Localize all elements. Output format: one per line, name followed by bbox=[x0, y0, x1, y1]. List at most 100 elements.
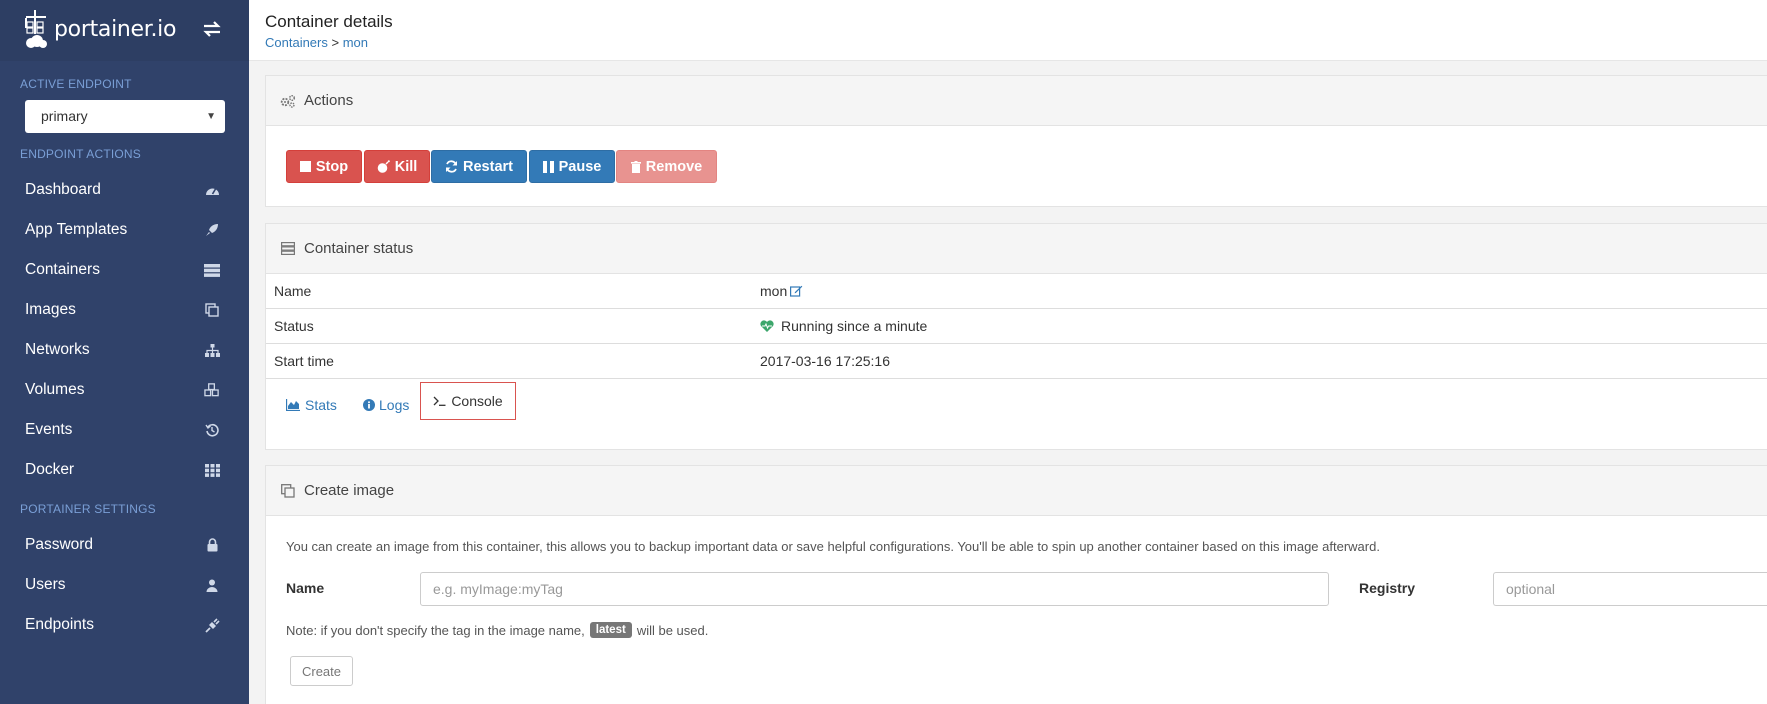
pause-icon bbox=[542, 160, 554, 173]
endpoint-select-value: primary bbox=[41, 108, 88, 124]
status-row-status: Status Running since a minute bbox=[266, 309, 1767, 344]
sidebar-item-label: Users bbox=[25, 576, 66, 593]
cubes-icon bbox=[204, 382, 220, 398]
tag-note: Note: if you don't specify the tag in th… bbox=[286, 622, 708, 638]
rocket-icon bbox=[204, 222, 220, 238]
heartbeat-icon bbox=[760, 320, 774, 332]
sidebar-item-volumes[interactable]: Volumes bbox=[0, 370, 249, 410]
stats-link[interactable]: Stats bbox=[286, 397, 337, 413]
logs-link[interactable]: Logs bbox=[363, 397, 409, 413]
edit-icon[interactable] bbox=[790, 285, 803, 297]
kill-button[interactable]: Kill bbox=[364, 150, 430, 183]
status-row-start-time: Start time 2017-03-16 17:25:16 bbox=[266, 344, 1767, 379]
remove-button[interactable]: Remove bbox=[616, 150, 717, 183]
pause-button-label: Pause bbox=[558, 158, 602, 175]
restart-button[interactable]: Restart bbox=[431, 150, 527, 183]
refresh-icon bbox=[445, 160, 458, 173]
container-name: mon bbox=[760, 283, 788, 299]
status-row-value: mon bbox=[760, 283, 803, 299]
cogs-icon bbox=[280, 93, 296, 109]
console-link[interactable]: Console bbox=[420, 382, 516, 420]
latest-badge: latest bbox=[589, 622, 632, 638]
sidebar-item-label: Password bbox=[25, 536, 94, 553]
status-row-label: Name bbox=[274, 283, 312, 299]
portainer-logo-icon bbox=[22, 8, 52, 50]
stop-button[interactable]: Stop bbox=[286, 150, 362, 183]
remove-button-label: Remove bbox=[645, 158, 703, 175]
portainer-settings-title: PORTAINER SETTINGS bbox=[20, 502, 156, 516]
sidebar-item-events[interactable]: Events bbox=[0, 410, 249, 450]
status-row-label: Start time bbox=[274, 353, 334, 369]
sidebar-item-label: Networks bbox=[25, 341, 90, 358]
brand-name: portainer.io bbox=[54, 16, 177, 42]
server-icon bbox=[280, 241, 296, 257]
registry-input[interactable] bbox=[1493, 572, 1767, 606]
page-header: Container details Containers > mon bbox=[249, 0, 1767, 61]
sidebar-item-networks[interactable]: Networks bbox=[0, 330, 249, 370]
sidebar-item-label: Events bbox=[25, 421, 73, 438]
terminal-icon bbox=[433, 396, 446, 406]
status-row-name: Name mon bbox=[266, 274, 1767, 309]
stats-link-label: Stats bbox=[305, 397, 337, 413]
caret-down-icon: ▼ bbox=[206, 111, 216, 122]
endpoint-actions-title: ENDPOINT ACTIONS bbox=[20, 147, 141, 161]
sidebar-item-label: Docker bbox=[25, 461, 75, 478]
note-prefix: Note: if you don't specify the tag in th… bbox=[286, 622, 585, 638]
sidebar-item-label: Images bbox=[25, 301, 76, 318]
sidebar-item-containers[interactable]: Containers bbox=[0, 250, 249, 290]
tachometer-icon bbox=[204, 182, 220, 198]
history-icon bbox=[204, 422, 220, 438]
swap-arrows-icon[interactable] bbox=[202, 20, 224, 40]
clone-icon bbox=[204, 302, 220, 318]
sidebar-item-label: App Templates bbox=[25, 221, 128, 238]
brand-header: portainer.io bbox=[0, 0, 249, 61]
portainer-logo[interactable]: portainer.io bbox=[22, 8, 176, 50]
sidebar-item-password[interactable]: Password bbox=[0, 525, 249, 565]
breadcrumb-containers-link[interactable]: Containers bbox=[265, 35, 328, 50]
status-row-value: Running since a minute bbox=[760, 318, 927, 334]
pause-button[interactable]: Pause bbox=[529, 150, 615, 183]
sidebar-item-label: Volumes bbox=[25, 381, 85, 398]
registry-label: Registry bbox=[1359, 580, 1416, 596]
sidebar: portainer.io ACTIVE ENDPOINT primary ▼ E… bbox=[0, 0, 249, 704]
stop-icon bbox=[299, 161, 311, 172]
image-name-input[interactable] bbox=[420, 572, 1329, 606]
restart-button-label: Restart bbox=[463, 158, 513, 175]
create-image-description: You can create an image from this contai… bbox=[286, 539, 1380, 554]
actions-header: Actions bbox=[266, 76, 1767, 126]
server-icon bbox=[204, 262, 220, 278]
breadcrumb-current[interactable]: mon bbox=[343, 35, 368, 50]
main-content: Actions Stop Kill Restart Pause Remove C… bbox=[249, 61, 1767, 704]
plug-icon bbox=[204, 617, 220, 633]
sidebar-item-app-templates[interactable]: App Templates bbox=[0, 210, 249, 250]
status-row-label: Status bbox=[274, 318, 314, 334]
logs-link-label: Logs bbox=[379, 397, 410, 413]
lock-icon bbox=[204, 537, 220, 553]
clone-icon bbox=[280, 483, 296, 499]
sidebar-item-docker[interactable]: Docker bbox=[0, 450, 249, 490]
status-row-value: 2017-03-16 17:25:16 bbox=[760, 353, 890, 369]
actions-title: Actions bbox=[304, 92, 354, 109]
sidebar-item-dashboard[interactable]: Dashboard bbox=[0, 170, 249, 210]
console-link-label: Console bbox=[451, 393, 503, 409]
breadcrumb: Containers > mon bbox=[265, 35, 368, 50]
trash-icon bbox=[630, 160, 641, 173]
breadcrumb-separator: > bbox=[331, 35, 340, 50]
sidebar-item-endpoints[interactable]: Endpoints bbox=[0, 605, 249, 645]
sidebar-item-label: Dashboard bbox=[25, 181, 101, 198]
create-image-title: Create image bbox=[304, 482, 395, 499]
user-icon bbox=[204, 577, 220, 593]
create-button[interactable]: Create bbox=[290, 656, 353, 686]
sidebar-item-label: Endpoints bbox=[25, 616, 94, 633]
sidebar-item-images[interactable]: Images bbox=[0, 290, 249, 330]
note-suffix: will be used. bbox=[636, 622, 709, 638]
sidebar-item-users[interactable]: Users bbox=[0, 565, 249, 605]
endpoint-select[interactable]: primary ▼ bbox=[25, 100, 225, 133]
stop-button-label: Stop bbox=[315, 158, 349, 175]
sitemap-icon bbox=[204, 342, 220, 358]
name-label: Name bbox=[286, 580, 325, 596]
page-title: Container details bbox=[265, 12, 393, 31]
kill-button-label: Kill bbox=[394, 158, 418, 175]
create-image-header: Create image bbox=[266, 466, 1767, 516]
info-circle-icon bbox=[363, 399, 375, 411]
